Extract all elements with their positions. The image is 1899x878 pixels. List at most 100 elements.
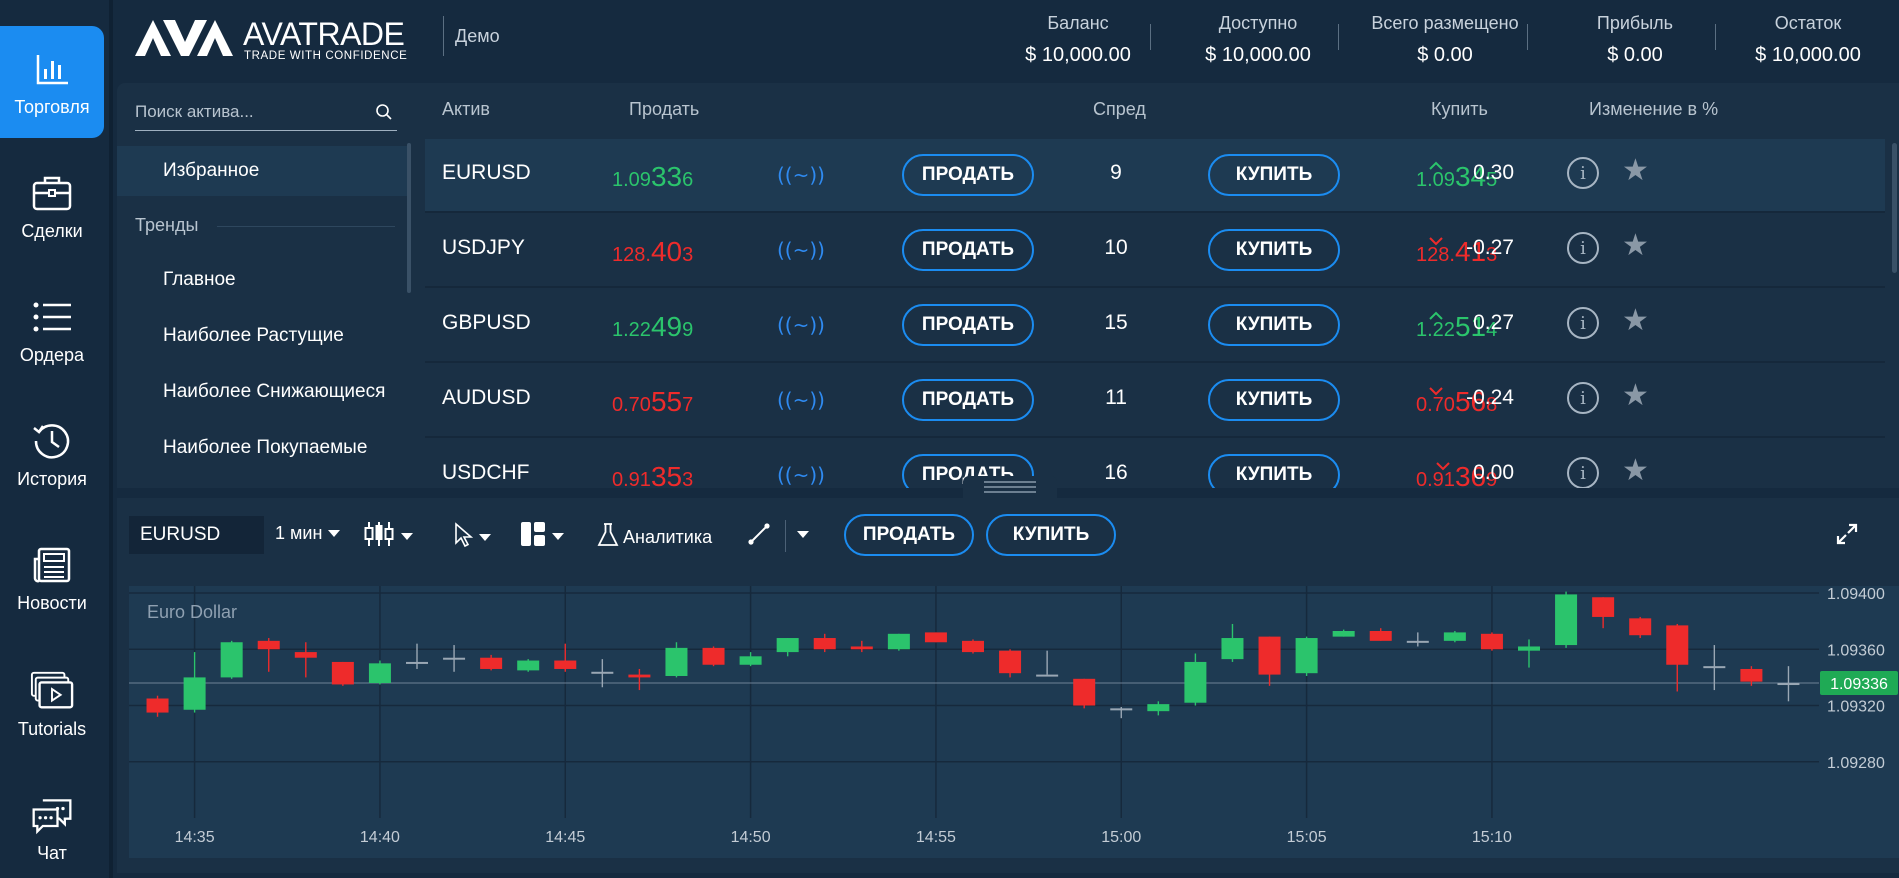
buy-button[interactable]: КУПИТЬ	[1208, 379, 1340, 421]
col-change: Изменение в %	[1589, 99, 1719, 119]
info-icon[interactable]: i	[1567, 307, 1599, 339]
info-icon[interactable]: i	[1567, 232, 1599, 264]
category-top-gainers[interactable]: Наиболее Растущие	[163, 325, 344, 347]
buy-button[interactable]: КУПИТЬ	[1208, 304, 1340, 346]
drawing-tool-menu[interactable]	[797, 531, 809, 538]
buy-button[interactable]: КУПИТЬ	[1208, 229, 1340, 271]
total-placed-block: Всего размещено $ 0.00	[1350, 0, 1540, 80]
table-row[interactable]: GBPUSD 1.22499 ((~)) ПРОДАТЬ 15 КУПИТЬ 1…	[425, 289, 1885, 361]
candle-body	[1666, 625, 1689, 665]
cursor-tool-select[interactable]	[453, 522, 491, 553]
category-top-losers[interactable]: Наиболее Снижающиеся	[163, 381, 385, 403]
info-icon[interactable]: i	[1567, 157, 1599, 189]
category-most-bought[interactable]: Наиболее Покупаемые	[163, 437, 367, 459]
table-scrollbar[interactable]	[1892, 143, 1897, 273]
change-up-icon	[1428, 307, 1444, 330]
fullscreen-button[interactable]	[1835, 522, 1859, 551]
price-chart[interactable]: 1.09400 1.09360 1.09320 1.09280 14:35 14:40 14…	[129, 586, 1899, 858]
candle-body	[1629, 618, 1652, 636]
current-price-label: 1.09336	[1830, 676, 1888, 693]
drawing-tool-button[interactable]	[747, 522, 771, 551]
nav-label: Чат	[37, 842, 67, 863]
balance-block: Баланс $ 10,000.00	[993, 0, 1163, 80]
candlestick-icon	[363, 520, 395, 553]
asset-search-input[interactable]	[135, 97, 365, 127]
timeframe-select[interactable]: 1 мин	[275, 523, 341, 544]
spread-value: 15	[1104, 311, 1128, 334]
star-icon[interactable]: ★	[1622, 453, 1649, 488]
nav-item-news[interactable]: Новости	[0, 522, 104, 634]
candle-body	[628, 674, 651, 678]
category-favorites[interactable]: Избранное	[117, 146, 407, 196]
candle-body	[1703, 666, 1726, 669]
spread-value: 9	[1110, 161, 1122, 184]
row-divider	[425, 286, 1885, 288]
row-divider	[425, 436, 1885, 438]
asset-symbol: GBPUSD	[442, 311, 531, 334]
sell-button[interactable]: ПРОДАТЬ	[902, 379, 1034, 421]
nav-item-history[interactable]: История	[0, 398, 104, 510]
sell-button[interactable]: ПРОДАТЬ	[902, 304, 1034, 346]
panel-resize-handle[interactable]	[963, 476, 1057, 498]
chevron-down-icon	[401, 533, 413, 540]
table-row[interactable]: AUDUSD 0.70557 ((~)) ПРОДАТЬ 11 КУПИТЬ 0…	[425, 364, 1885, 436]
info-icon[interactable]: i	[1567, 382, 1599, 414]
y-tick-label: 1.09360	[1827, 642, 1885, 659]
asset-symbol: USDJPY	[442, 236, 525, 259]
video-icon	[30, 669, 74, 713]
total-placed-label: Всего размещено	[1371, 13, 1519, 33]
change-up-icon	[1428, 157, 1444, 180]
candle-body	[1740, 668, 1763, 682]
nav-item-tutorials[interactable]: Tutorials	[0, 648, 104, 760]
change-value: 0.27	[1473, 311, 1514, 334]
change-down-icon	[1428, 232, 1444, 255]
table-row[interactable]: USDJPY 128.403 ((~)) ПРОДАТЬ 10 КУПИТЬ 1…	[425, 214, 1885, 286]
sell-button[interactable]: ПРОДАТЬ	[902, 229, 1034, 271]
nav-label: История	[17, 468, 87, 489]
sell-button[interactable]: ПРОДАТЬ	[902, 154, 1034, 196]
chart-symbol-field[interactable]: EURUSD	[129, 516, 264, 554]
buy-button[interactable]: КУПИТЬ	[1208, 454, 1340, 488]
star-icon[interactable]: ★	[1622, 153, 1649, 188]
nav-item-trading[interactable]: Торговля	[0, 26, 104, 138]
info-icon[interactable]: i	[1567, 457, 1599, 488]
star-icon[interactable]: ★	[1622, 378, 1649, 413]
candle-body	[813, 638, 836, 650]
row-divider	[425, 361, 1885, 363]
nav-item-orders[interactable]: Ордера	[0, 274, 104, 386]
avatrade-logo[interactable]: AVATRADE TRADE WITH CONFIDENCE	[133, 12, 433, 62]
live-signal-icon: ((~))	[777, 313, 825, 337]
candle-body	[887, 633, 910, 650]
chart-buy-button[interactable]: КУПИТЬ	[986, 514, 1116, 556]
candle-body	[1406, 640, 1429, 643]
search-icon[interactable]	[375, 103, 393, 126]
star-icon[interactable]: ★	[1622, 303, 1649, 338]
chart-type-select[interactable]	[363, 520, 413, 553]
candle-body	[406, 661, 428, 664]
buy-button[interactable]: КУПИТЬ	[1208, 154, 1340, 196]
category-main[interactable]: Главное	[163, 269, 236, 291]
layout-select[interactable]	[520, 521, 564, 552]
candle-body	[1592, 597, 1615, 617]
candle-body	[146, 698, 169, 713]
chart-sell-button[interactable]: ПРОДАТЬ	[844, 514, 974, 556]
nav-item-deals[interactable]: Сделки	[0, 150, 104, 262]
asset-scrollbar[interactable]	[407, 143, 411, 293]
candle-body	[1184, 661, 1207, 703]
x-tick-label: 14:50	[731, 829, 771, 846]
x-tick-label: 15:10	[1472, 829, 1512, 846]
analytics-button[interactable]: Аналитика	[597, 522, 712, 553]
table-row[interactable]: USDCHF 0.91353 ((~)) ПРОДАТЬ 16 КУПИТЬ 0…	[425, 439, 1885, 488]
nav-item-chat[interactable]: Чат	[0, 772, 104, 878]
table-row[interactable]: EURUSD 1.09336 ((~)) ПРОДАТЬ 9 КУПИТЬ 1.…	[425, 139, 1885, 211]
history-icon	[30, 419, 74, 463]
spread-value: 16	[1104, 461, 1128, 484]
candle-body	[962, 640, 984, 653]
candle-body	[1073, 678, 1096, 706]
candle-body	[776, 638, 799, 653]
candle-body	[517, 660, 540, 671]
asset-search	[135, 97, 397, 131]
chevron-down-icon	[552, 533, 564, 540]
star-icon[interactable]: ★	[1622, 228, 1649, 263]
nav-label: Новости	[17, 592, 87, 613]
